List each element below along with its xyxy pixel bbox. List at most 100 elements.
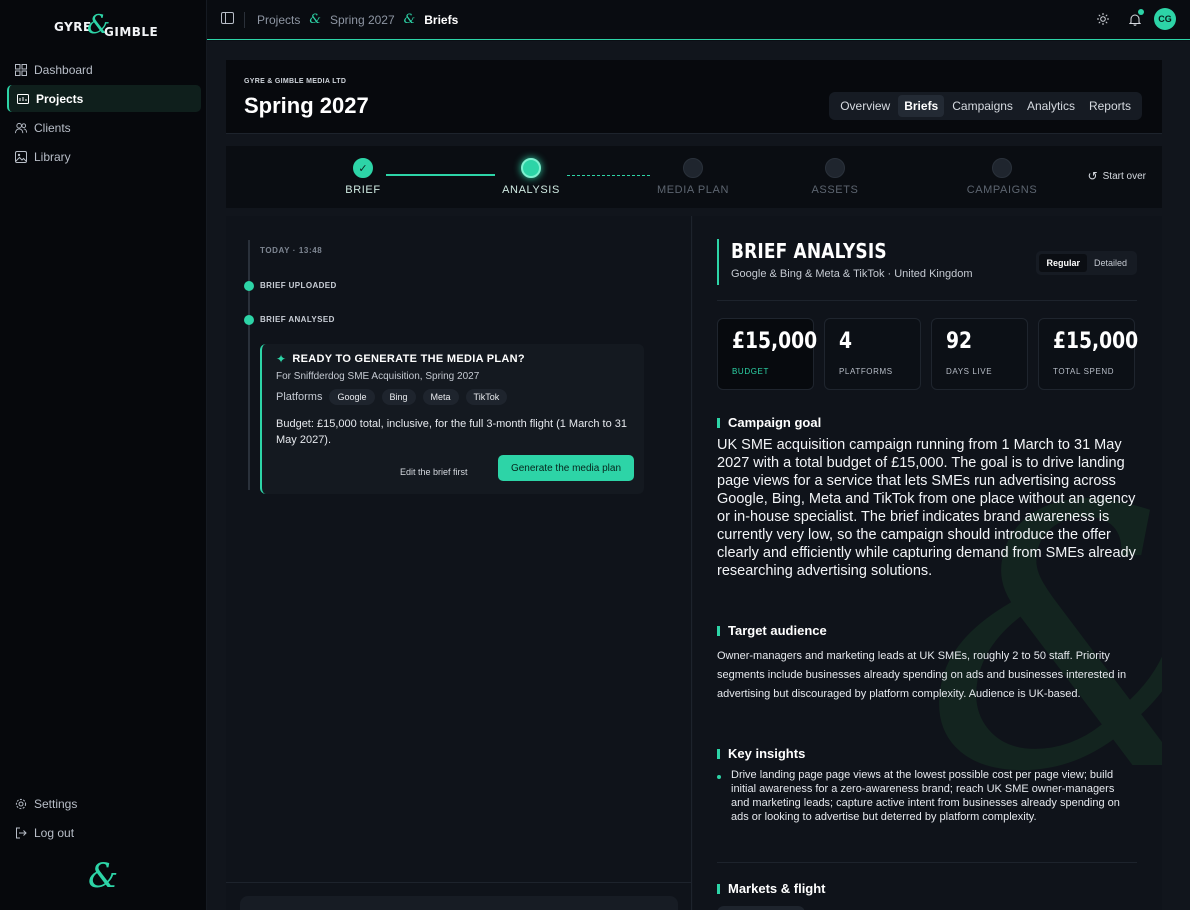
step-analysis[interactable]: ANALYSIS	[471, 158, 591, 196]
analysis-subtitle: Google & Bing & Meta & TikTok · United K…	[731, 268, 973, 280]
activity-panel: TODAY · 13:48 BRIEF UPLOADED BRIEF ANALY…	[226, 216, 692, 910]
project-header: GYRE & GIMBLE MEDIA LTD Spring 2027 Over…	[226, 60, 1162, 134]
check-icon: ✓	[353, 158, 373, 178]
pending-step-indicator	[825, 158, 845, 178]
nav-item-library[interactable]: Library	[7, 143, 201, 170]
platform-chip-meta: Meta	[422, 389, 459, 405]
divider	[244, 11, 245, 28]
platform-chip-bing: Bing	[381, 389, 416, 405]
nav-item-dashboard[interactable]: Dashboard	[7, 56, 201, 83]
nav-label: Clients	[34, 120, 71, 135]
nav-label: Settings	[34, 796, 78, 811]
timeline-dot	[244, 281, 254, 291]
message-composer[interactable]	[240, 896, 678, 910]
sidebar-toggle-icon[interactable]	[221, 12, 234, 27]
step-brief[interactable]: ✓ BRIEF	[303, 158, 423, 196]
start-over-button[interactable]: ↺ Start over	[1088, 169, 1146, 183]
section-heading-insights: Key insights	[717, 746, 805, 761]
step-connector-pending	[567, 175, 650, 176]
timeline-event-analysed: BRIEF ANALYSED	[260, 315, 335, 324]
section-heading-audience: Target audience	[717, 623, 827, 638]
kpi-value: £15,000	[1053, 329, 1139, 354]
tab-reports[interactable]: Reports	[1083, 95, 1137, 117]
step-assets: ASSETS	[775, 158, 895, 196]
insight-item: Drive landing page page views at the low…	[731, 769, 1120, 823]
gear-icon	[15, 798, 27, 810]
grid-icon	[15, 63, 27, 76]
accent-bar	[717, 748, 720, 759]
sidebar: GYRE & GIMBLE Dashboard Projects Clients…	[0, 0, 207, 910]
budget-value: £15,000 total, inclusive, for the full 3…	[276, 418, 627, 446]
edit-brief-button[interactable]: Edit the brief first	[400, 461, 468, 483]
view-regular[interactable]: Regular	[1039, 254, 1087, 272]
breadcrumb-projects[interactable]: Projects	[257, 13, 300, 27]
accent-bar	[717, 883, 720, 894]
bell-icon[interactable]	[1124, 8, 1146, 30]
notification-dot	[1138, 9, 1144, 15]
page-title: Spring 2027	[244, 93, 369, 118]
logo-word-gimble: GIMBLE	[104, 25, 159, 39]
tab-campaigns[interactable]: Campaigns	[946, 95, 1019, 117]
project-tabs: Overview Briefs Campaigns Analytics Repo…	[829, 92, 1142, 120]
start-over-label: Start over	[1102, 170, 1146, 182]
card-subtitle: For Sniffderdog SME Acquisition, Spring …	[276, 371, 480, 382]
kpi-label: DAYS LIVE	[946, 367, 993, 376]
footer-logo-mark: &	[88, 856, 119, 896]
pending-step-indicator	[683, 158, 703, 178]
step-label: ANALYSIS	[502, 184, 560, 196]
nav-label: Projects	[36, 91, 84, 106]
ready-to-generate-card: ✦ READY TO GENERATE THE MEDIA PLAN? For …	[260, 344, 644, 494]
section-heading-goal: Campaign goal	[717, 415, 821, 430]
bullet-icon	[717, 775, 721, 779]
heading-text: Markets & flight	[728, 881, 826, 896]
timeline-dot	[244, 315, 254, 325]
section-heading-markets: Markets & flight	[717, 881, 826, 896]
kpi-value: £15,000	[732, 329, 818, 354]
brand-logo[interactable]: GYRE & GIMBLE	[54, 10, 158, 42]
budget-label: Budget:	[276, 418, 314, 430]
kpi-label: TOTAL SPEND	[1053, 367, 1115, 376]
nav-item-settings[interactable]: Settings	[7, 790, 201, 817]
step-connector-complete	[386, 174, 495, 176]
kpi-platforms: 4 PLATFORMS	[824, 318, 921, 390]
view-detailed[interactable]: Detailed	[1087, 254, 1134, 272]
breadcrumb-spring-2027[interactable]: Spring 2027	[330, 13, 395, 27]
pending-step-indicator	[992, 158, 1012, 178]
top-actions: CG	[1082, 8, 1176, 30]
breadcrumb: Projects & Spring 2027 & Briefs	[221, 11, 458, 28]
platform-chip-google: Google	[329, 389, 375, 405]
timeline-event-uploaded: BRIEF UPLOADED	[260, 281, 337, 290]
budget-summary: Budget: £15,000 total, inclusive, for th…	[276, 416, 636, 448]
refresh-icon: ↺	[1087, 169, 1098, 183]
tab-overview[interactable]: Overview	[834, 95, 896, 117]
divider	[717, 862, 1137, 863]
logout-icon	[15, 827, 27, 839]
generate-media-plan-button[interactable]: Generate the media plan	[498, 455, 634, 481]
nav-item-clients[interactable]: Clients	[7, 114, 201, 141]
timeline-timestamp: TODAY · 13:48	[260, 246, 323, 255]
image-icon	[15, 150, 27, 163]
sun-icon[interactable]	[1092, 8, 1114, 30]
tab-analytics[interactable]: Analytics	[1021, 95, 1081, 117]
accent-bar	[717, 625, 720, 636]
analysis-header: BRIEF ANALYSIS Google & Bing & Meta & Ti…	[717, 239, 973, 285]
kpi-days-live: 92 DAYS LIVE	[931, 318, 1028, 390]
breadcrumb-separator-icon: &	[403, 12, 416, 27]
card-title-text: READY TO GENERATE THE MEDIA PLAN?	[292, 353, 525, 365]
avatar[interactable]: CG	[1154, 8, 1176, 30]
nav-item-projects[interactable]: Projects	[7, 85, 201, 112]
current-step-indicator	[521, 158, 541, 178]
sparkle-icon: ✦	[276, 352, 287, 366]
main-content: GYRE & GIMBLE MEDIA LTD Spring 2027 Over…	[207, 41, 1190, 910]
heading-text: Campaign goal	[728, 415, 822, 430]
tab-briefs[interactable]: Briefs	[898, 95, 945, 117]
nav-item-logout[interactable]: Log out	[7, 819, 201, 846]
brief-analysis-panel: & BRIEF ANALYSIS Google & Bing & Meta & …	[693, 216, 1162, 910]
company-name: GYRE & GIMBLE MEDIA LTD	[244, 78, 347, 85]
platforms-label: Platforms	[276, 391, 323, 403]
step-label: CAMPAIGNS	[966, 184, 1038, 196]
card-title: ✦ READY TO GENERATE THE MEDIA PLAN?	[276, 352, 525, 366]
nav-label: Library	[34, 149, 71, 164]
timeline-line	[248, 240, 250, 490]
breadcrumb-separator-icon: &	[309, 12, 321, 27]
